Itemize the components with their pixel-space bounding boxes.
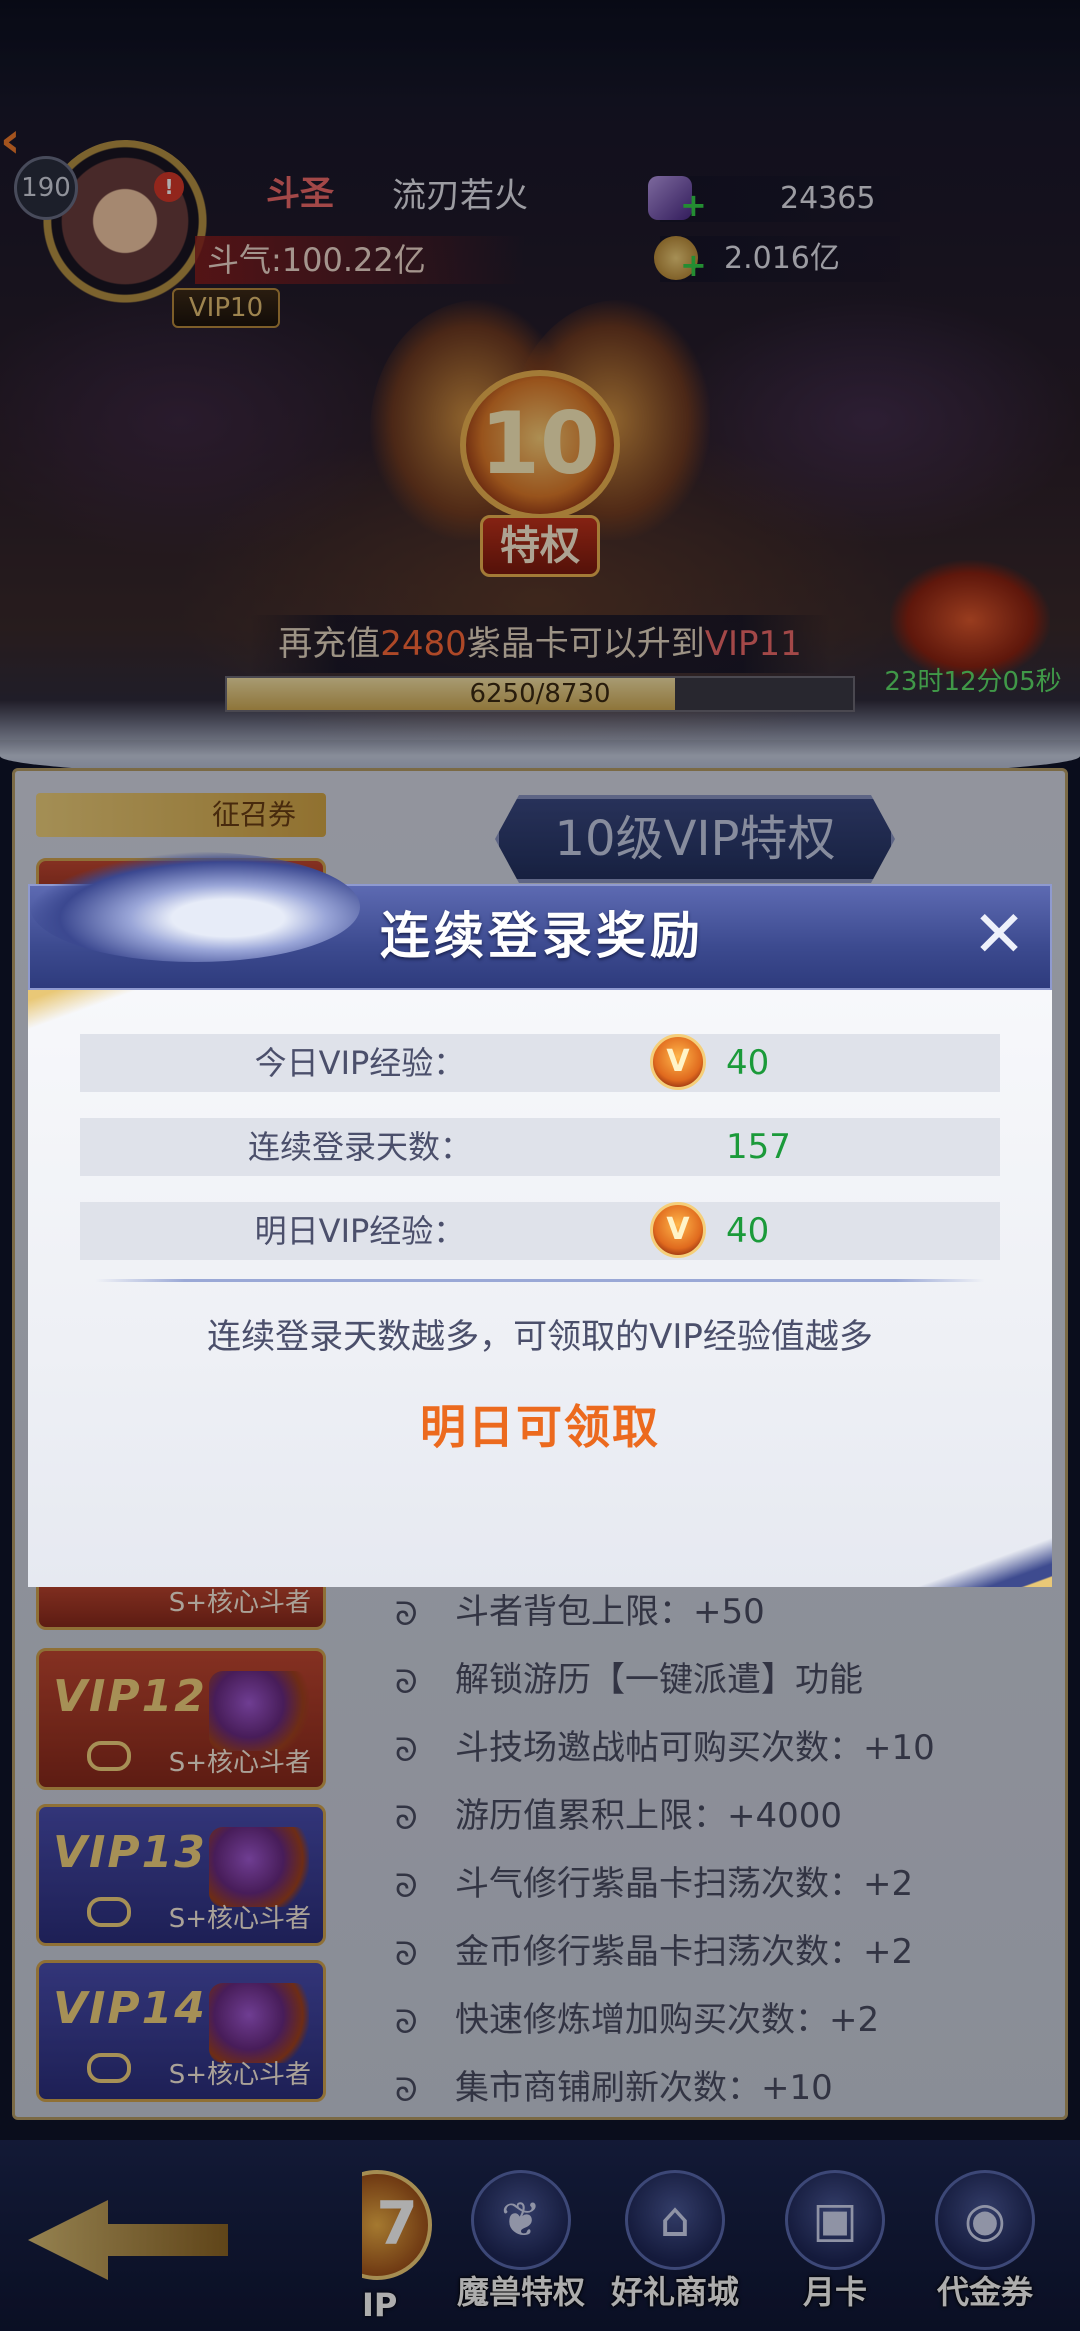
tomorrow-vip-exp-value-wrap: V 40 <box>650 1202 950 1260</box>
today-vip-exp-value: 40 <box>726 1043 770 1083</box>
modal-note: 连续登录天数越多，可领取的VIP经验值越多 <box>207 1317 873 1357</box>
close-icon[interactable]: ✕ <box>968 903 1030 968</box>
claim-status-button[interactable]: 明日可领取 <box>340 1394 740 1460</box>
today-vip-exp-row: 今日VIP经验： V 40 <box>80 1034 1000 1092</box>
login-days-value-wrap: 157 <box>650 1118 950 1176</box>
vip-exp-medal-icon: V <box>650 1034 706 1090</box>
gold-swoosh-decoration <box>792 1517 1052 1587</box>
today-vip-exp-label: 今日VIP经验： <box>254 1044 466 1082</box>
modal-body: 今日VIP经验： V 40 连续登录天数： 157 明日VIP经验： V 40 … <box>28 990 1052 1587</box>
modal-title: 连续登录奖励 <box>380 907 704 965</box>
login-reward-modal: 连续登录奖励 ✕ 今日VIP经验： V 40 连续登录天数： 157 明日VIP… <box>28 852 1052 1587</box>
modal-header: 连续登录奖励 ✕ <box>28 852 1052 990</box>
tomorrow-vip-exp-label: 明日VIP经验： <box>254 1212 466 1250</box>
login-days-label: 连续登录天数： <box>247 1128 472 1166</box>
today-vip-exp-value-wrap: V 40 <box>650 1034 950 1092</box>
tomorrow-vip-exp-row: 明日VIP经验： V 40 <box>80 1202 1000 1260</box>
login-days-value: 157 <box>726 1127 791 1167</box>
modal-divider <box>96 1279 984 1282</box>
login-days-row: 连续登录天数： 157 <box>80 1118 1000 1176</box>
vip-exp-medal-icon: V <box>650 1202 706 1258</box>
tomorrow-vip-exp-value: 40 <box>726 1211 770 1251</box>
